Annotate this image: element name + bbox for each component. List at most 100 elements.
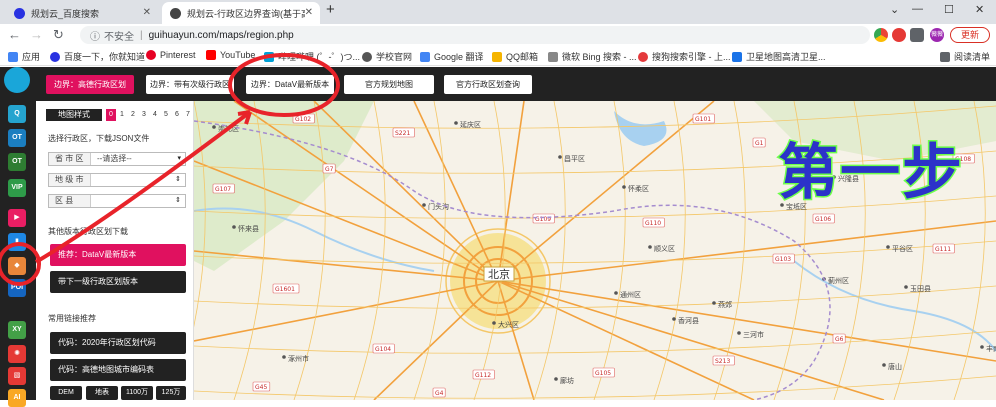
youtube-icon	[206, 50, 216, 60]
dropdown-arrow-icon: ⇕	[175, 176, 181, 183]
bookmark-baidu[interactable]: 百度一下，你就知道	[50, 50, 145, 63]
place-label: 怀来县	[238, 224, 259, 233]
xy-icon[interactable]: XY	[8, 321, 26, 339]
bookmark-label: 应用	[22, 52, 41, 62]
map-style-option[interactable]: 7	[183, 109, 193, 121]
secondary-road	[194, 375, 996, 399]
links-heading: 常用链接推荐	[48, 314, 96, 323]
tab-baidu-search[interactable]: 规划云_百度搜索 ✕	[6, 2, 158, 24]
bookmark-bing[interactable]: 微软 Bing 搜索 - ...	[548, 50, 637, 63]
url-text[interactable]: guihuayun.com/maps/region.php	[149, 30, 294, 41]
road-shield-label: G45	[255, 384, 267, 391]
dem-button[interactable]: DEM	[50, 386, 82, 400]
place-dot	[622, 185, 626, 189]
vip-icon[interactable]: VIP	[8, 179, 26, 197]
image-icon[interactable]: ▧	[8, 367, 26, 385]
district-select[interactable]: 区 县 ⇕	[48, 194, 186, 208]
place-dot	[558, 155, 562, 159]
official-region-query-button[interactable]: 官方行政区划查询	[444, 75, 532, 94]
bookmark-pinterest[interactable]: Pinterest	[146, 50, 196, 60]
lower-level-button[interactable]: 带下一级行政区划版本	[50, 271, 186, 293]
map-style-option[interactable]: 3	[139, 109, 149, 121]
tab-title: 规划云_百度搜索	[31, 8, 100, 19]
road-shield-label: G102	[295, 116, 311, 123]
secondary-road	[593, 101, 626, 400]
other-versions-heading: 其他版本行政区划下载	[48, 227, 128, 236]
bookmark-google-translate[interactable]: Google 翻译	[420, 50, 484, 63]
place-dot	[492, 321, 496, 325]
apps-icon	[8, 51, 18, 62]
geo-icon[interactable]: OT	[8, 153, 26, 171]
reading-list[interactable]: 阅读清单	[940, 50, 990, 63]
map-style-option[interactable]: 0	[106, 109, 116, 121]
update-button[interactable]: 更新	[950, 27, 990, 43]
bookmark-apps[interactable]: 应用	[8, 50, 40, 63]
place-label: 崇礼区	[218, 124, 239, 133]
maximize-button[interactable]: ☐	[944, 3, 954, 16]
bookmark-bilibili[interactable]: 哔哩哔哩 (゜-゜)つ...	[264, 50, 360, 63]
boundary-datav-button[interactable]: 边界：DataV最新版本	[246, 75, 334, 94]
new-tab-button[interactable]: +	[326, 1, 335, 18]
scale-125-button[interactable]: 125万	[156, 386, 186, 400]
bulb-icon[interactable]: ✺	[8, 345, 26, 363]
step-annotation-text: 第一步	[777, 137, 964, 210]
adblock-extension-icon[interactable]	[892, 28, 906, 42]
place-label: 燕郊	[718, 300, 732, 309]
bookmark-satellite-map[interactable]: 卫星地图高清卫星...	[732, 50, 826, 63]
place-dot	[454, 121, 458, 125]
profile-avatar[interactable]: 薇薇	[930, 28, 944, 42]
place-label: 平谷区	[892, 244, 913, 253]
bookmark-label: QQ邮箱	[506, 52, 539, 62]
link-2020-code[interactable]: 代码：2020年行政区划代码	[50, 332, 186, 354]
region-icon[interactable]: ◆	[8, 257, 26, 275]
close-tab-icon[interactable]: ✕	[143, 7, 151, 18]
bookmark-youtube[interactable]: YouTube	[206, 50, 255, 60]
road-shield-label: S221	[395, 130, 410, 137]
place-dot	[882, 363, 886, 367]
map-style-option[interactable]: 2	[128, 109, 138, 121]
map-style-option[interactable]: 6	[172, 109, 182, 121]
province-select[interactable]: 省 市 区 --请选择-- ▾	[48, 152, 186, 166]
scale-1100-button[interactable]: 1100万	[121, 386, 153, 400]
bookmark-qqmail[interactable]: QQ邮箱	[492, 50, 538, 63]
extensions-puzzle-icon[interactable]	[910, 28, 924, 42]
book-icon[interactable]: ▮	[8, 233, 26, 251]
boundary-gaode-button[interactable]: 边界：高德行政区划	[46, 75, 134, 94]
place-dot	[648, 245, 652, 249]
navigation-bar: ← → ↻ ⓘ 不安全 | guihuayun.com/maps/region.…	[0, 24, 996, 46]
map-style-option[interactable]: 1	[117, 109, 127, 121]
road-shield-label: G101	[695, 116, 711, 123]
map-style-option[interactable]: 5	[161, 109, 171, 121]
minimize-button[interactable]: —	[912, 3, 923, 15]
address-bar[interactable]: ⓘ 不安全 | guihuayun.com/maps/region.php	[80, 26, 870, 44]
cloud-logo-icon[interactable]	[4, 67, 30, 93]
boundary-subregion-button[interactable]: 边界：带有次级行政区	[146, 75, 234, 94]
tab-search-button[interactable]: ⌄	[890, 3, 899, 16]
recommend-datav-button[interactable]: 推荐：DataV最新版本	[50, 244, 186, 266]
osm-icon[interactable]: OT	[8, 129, 26, 147]
bookmark-school[interactable]: 学校官网	[362, 50, 412, 63]
ai-icon[interactable]: AI	[8, 389, 26, 407]
poi-icon[interactable]: POI	[8, 279, 26, 297]
video-icon[interactable]: ▶	[8, 209, 26, 227]
close-tab-icon[interactable]: ✕	[305, 7, 313, 18]
city-select[interactable]: 地 级 市 ⇕	[48, 173, 186, 187]
search-map-icon[interactable]: Q	[8, 105, 26, 123]
bookmark-label: 学校官网	[376, 52, 413, 62]
tab-guihuayun[interactable]: 规划云-行政区边界查询(基于高 ✕	[162, 2, 320, 24]
chrome-extension-icon[interactable]	[874, 28, 888, 42]
surface-button[interactable]: 地表	[86, 386, 118, 400]
place-label: 顺义区	[654, 245, 675, 253]
info-icon[interactable]: ⓘ	[90, 28, 100, 43]
official-map-button[interactable]: 官方规划地图	[344, 75, 434, 94]
road-shield-label: G1601	[275, 286, 295, 293]
close-window-button[interactable]: ✕	[975, 3, 984, 16]
forward-arrow-icon[interactable]: →	[30, 27, 43, 42]
back-arrow-icon[interactable]: ←	[8, 27, 21, 42]
reload-icon[interactable]: ↻	[53, 27, 64, 43]
place-label: 通州区	[620, 290, 641, 299]
mail-icon	[492, 51, 502, 62]
link-gaode-code[interactable]: 代码：高德地图城市编码表	[50, 359, 186, 381]
map-style-option[interactable]: 4	[150, 109, 160, 121]
bookmark-sogou[interactable]: 搜狗搜索引擎 - 上...	[638, 50, 731, 63]
